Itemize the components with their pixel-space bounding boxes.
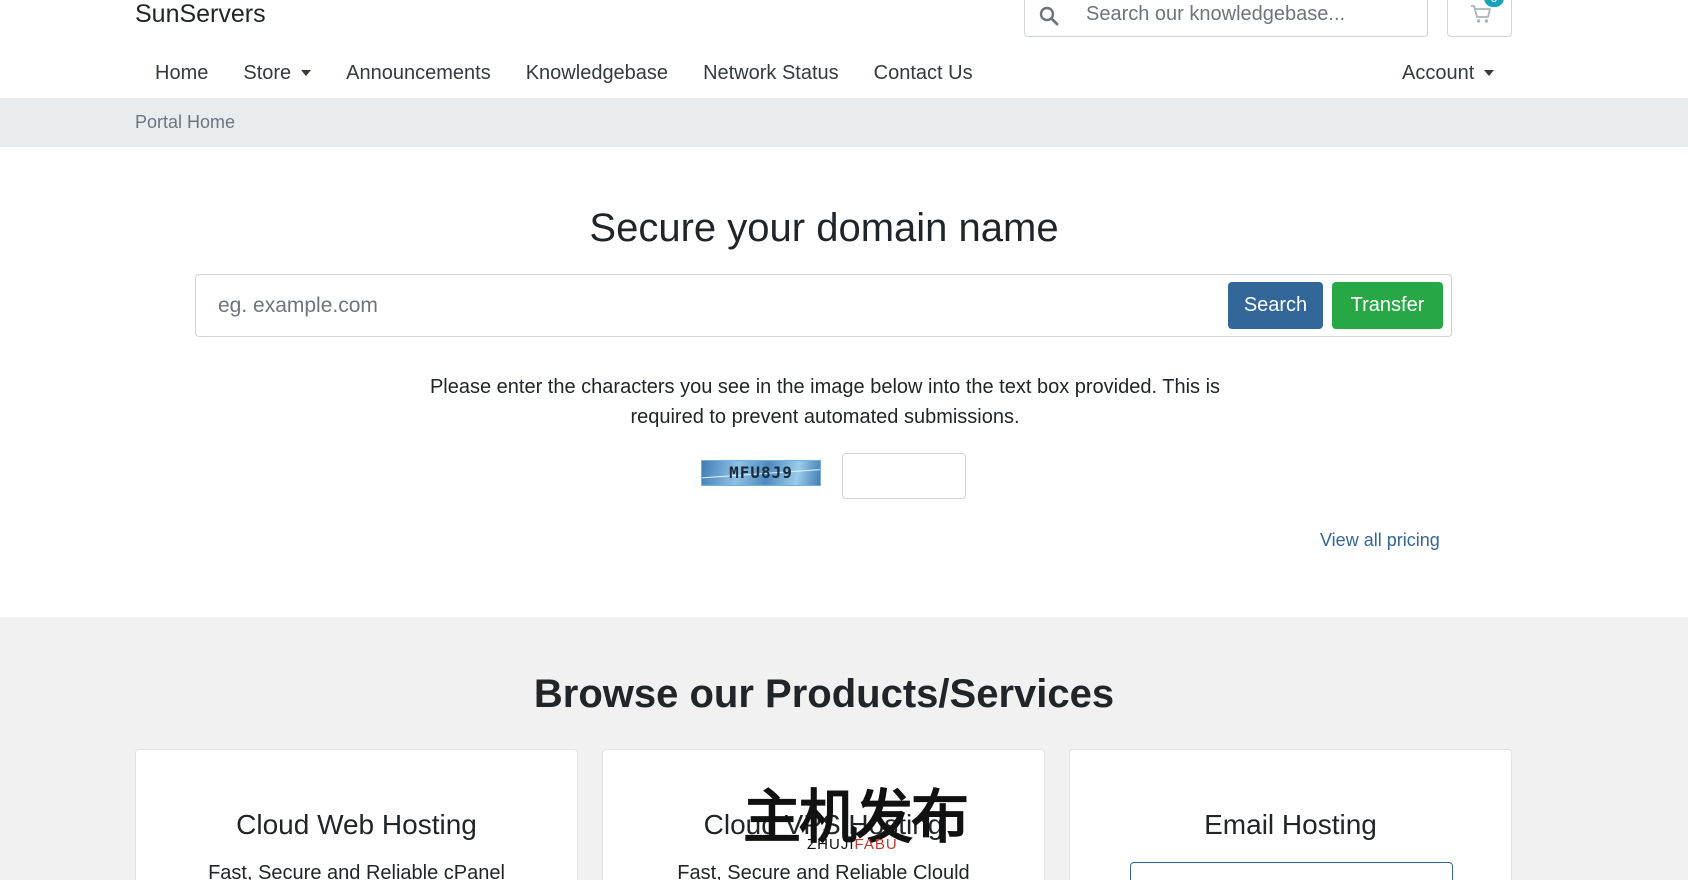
- breadcrumb-portal-home[interactable]: Portal Home: [135, 110, 235, 134]
- captcha-image: MFU8J9: [701, 460, 821, 486]
- product-card-title: Email Hosting: [1204, 809, 1377, 840]
- product-card-email-hosting[interactable]: Email Hosting: [1069, 749, 1512, 880]
- products-title: Browse our Products/Services: [533, 672, 1115, 716]
- products-section: Browse our Products/Services Cloud Web H…: [0, 617, 1688, 880]
- product-card-cloud-vps-hosting[interactable]: Cloud VPS Hosting Fast, Secure and Relia…: [602, 749, 1045, 880]
- nav-network-status-label: Network Status: [703, 62, 839, 84]
- nav-store[interactable]: Store: [223, 58, 326, 88]
- nav-knowledgebase[interactable]: Knowledgebase: [506, 58, 683, 88]
- product-card-cloud-web-hosting[interactable]: Cloud Web Hosting Fast, Secure and Relia…: [135, 749, 578, 880]
- knowledgebase-search[interactable]: [1024, 0, 1428, 37]
- account-label: Account: [1402, 62, 1475, 84]
- search-icon[interactable]: [1039, 6, 1059, 26]
- breadcrumb: Portal Home: [0, 98, 1688, 147]
- captcha-instructions: Please enter the characters you see in t…: [429, 376, 1221, 428]
- brand-logo[interactable]: SunServers: [135, 0, 266, 28]
- nav-contact-us[interactable]: Contact Us: [854, 58, 988, 88]
- cart-button[interactable]: 0: [1447, 0, 1512, 37]
- domain-input[interactable]: [218, 275, 1218, 336]
- domain-search-title: Secure your domain name: [589, 206, 1059, 250]
- domain-search-button[interactable]: Search: [1228, 282, 1323, 329]
- captcha-input[interactable]: [842, 453, 966, 499]
- nav-home-label: Home: [155, 62, 209, 84]
- header: SunServers 0 Home Store Announcements Kn…: [0, 0, 1688, 98]
- caret-down-icon: [301, 70, 312, 76]
- nav-network-status[interactable]: Network Status: [683, 58, 854, 88]
- nav-store-label: Store: [243, 62, 292, 84]
- account-menu[interactable]: Account: [1402, 58, 1495, 88]
- product-card-button[interactable]: [1130, 862, 1453, 880]
- product-card-title: Cloud VPS Hosting: [703, 809, 944, 840]
- nav-announcements[interactable]: Announcements: [326, 58, 506, 88]
- product-card-description: Fast, Secure and Reliable cPanel: [208, 862, 505, 880]
- captcha-code: MFU8J9: [729, 463, 793, 482]
- main-nav: Home Store Announcements Knowledgebase N…: [135, 58, 988, 88]
- knowledgebase-search-input[interactable]: [1086, 0, 1416, 36]
- product-card-title: Cloud Web Hosting: [236, 809, 477, 840]
- nav-home[interactable]: Home: [135, 58, 223, 88]
- caret-down-icon: [1484, 70, 1495, 76]
- nav-contact-us-label: Contact Us: [873, 62, 973, 84]
- product-card-description: Fast, Secure and Reliable Clould: [677, 862, 970, 880]
- view-all-pricing-link[interactable]: View all pricing: [1320, 528, 1440, 552]
- nav-knowledgebase-label: Knowledgebase: [525, 62, 669, 84]
- domain-transfer-button[interactable]: Transfer: [1332, 282, 1443, 329]
- nav-announcements-label: Announcements: [346, 62, 491, 84]
- domain-search-box: Search Transfer: [195, 274, 1452, 337]
